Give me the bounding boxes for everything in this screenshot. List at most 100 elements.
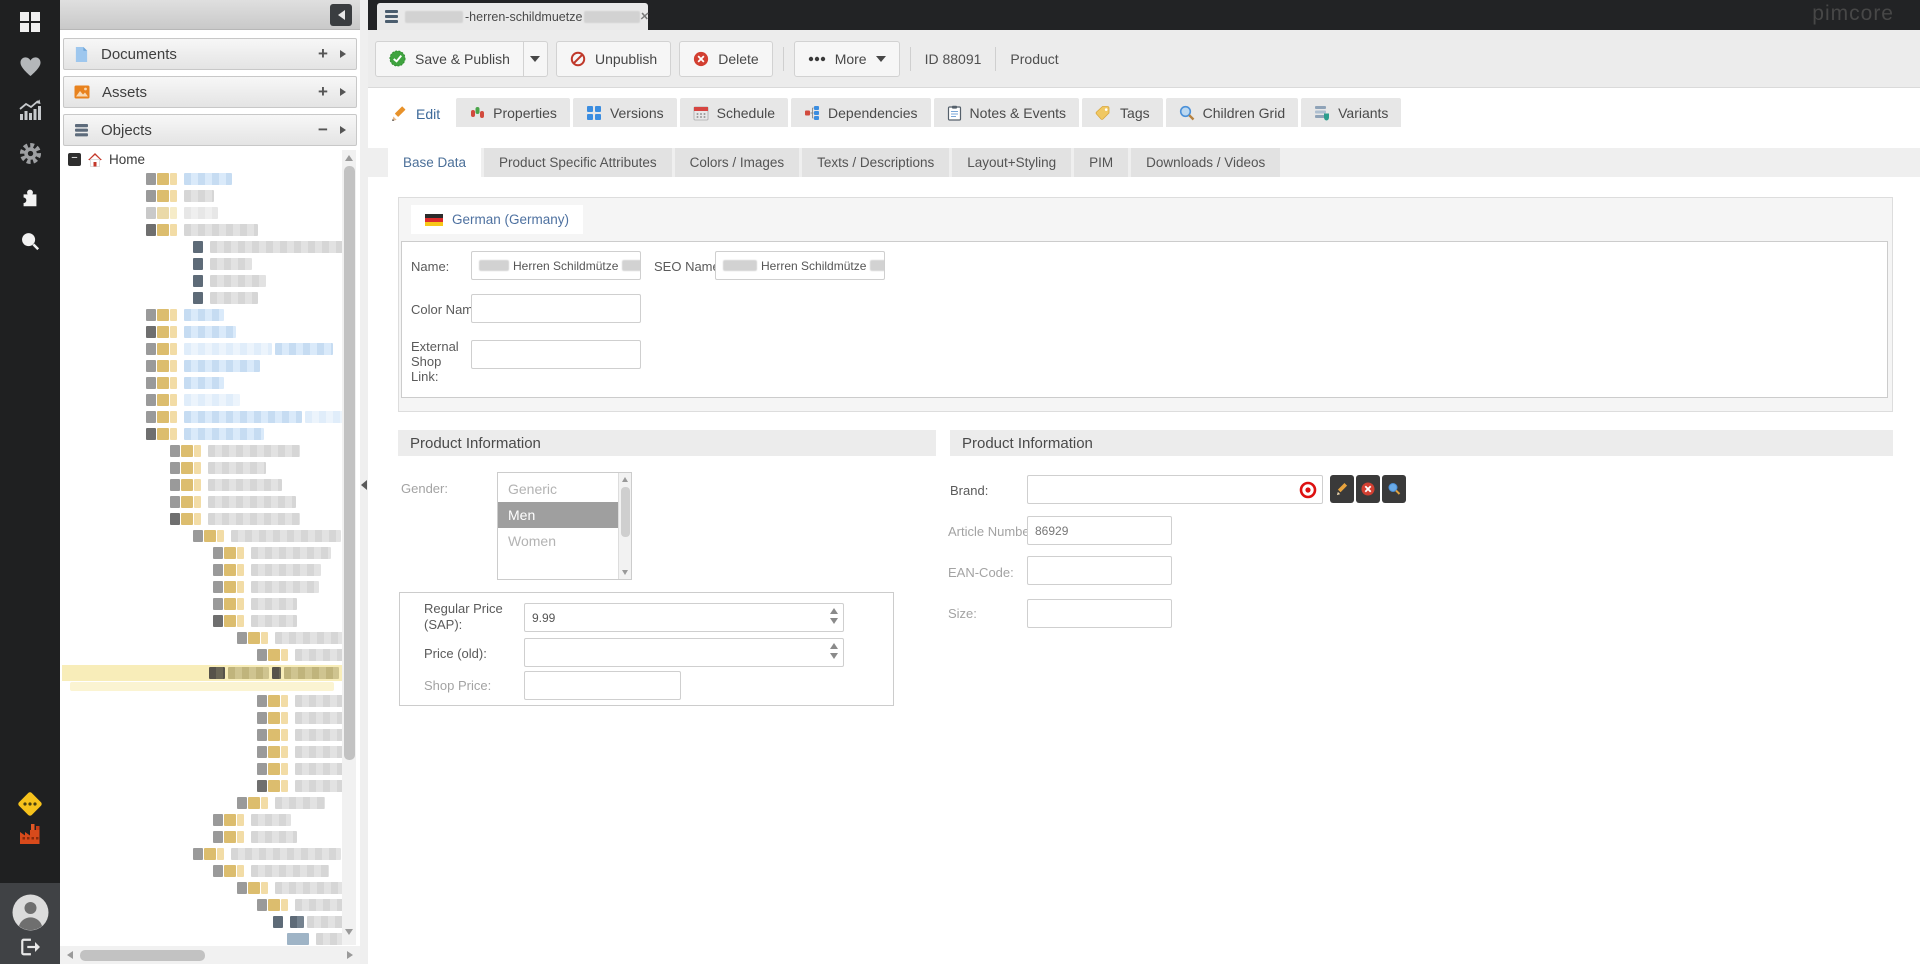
tree-row[interactable] (213, 830, 300, 844)
tree-row[interactable] (287, 932, 342, 945)
tree-row[interactable] (62, 665, 342, 681)
price-spinner[interactable] (830, 643, 838, 659)
tree-row[interactable] (146, 206, 221, 220)
tree-row[interactable] (257, 694, 342, 708)
tree-row[interactable] (213, 546, 334, 560)
tree-row[interactable] (146, 393, 243, 407)
dashboard-icon[interactable] (0, 10, 60, 34)
tree-row[interactable] (146, 325, 239, 339)
brand-search-button[interactable] (1382, 475, 1406, 503)
subtab-product-specific[interactable]: Product Specific Attributes (484, 148, 672, 177)
tab-properties[interactable]: Properties (456, 98, 570, 127)
tree-row[interactable] (146, 410, 342, 424)
save-publish-button[interactable]: Save & Publish (375, 41, 524, 77)
scroll-thumb[interactable] (621, 487, 630, 537)
tab-close-icon[interactable]: ✕ (640, 10, 651, 23)
user-avatar[interactable] (0, 894, 60, 931)
delete-button[interactable]: Delete (679, 41, 772, 77)
tab-notes-events[interactable]: Notes & Events (934, 98, 1080, 127)
tree-row[interactable] (170, 461, 269, 475)
tree-row[interactable] (193, 847, 342, 861)
article-number-input[interactable]: 86929 (1027, 516, 1172, 545)
seo-name-input[interactable]: Herren Schildmütze (715, 251, 885, 280)
accordion-objects[interactable]: Objects − (63, 114, 357, 146)
name-input[interactable]: Herren Schildmütze (471, 251, 641, 280)
scroll-up-icon[interactable] (345, 155, 353, 161)
tree-row[interactable] (237, 631, 342, 645)
color-name-input[interactable] (471, 294, 641, 323)
tree-row[interactable] (146, 172, 235, 186)
tree-vertical-scrollbar[interactable] (342, 150, 356, 945)
accordion-assets[interactable]: Assets + (63, 76, 357, 108)
save-options-dropdown[interactable] (524, 41, 548, 77)
tree-row[interactable] (213, 813, 294, 827)
tree-row[interactable] (193, 291, 261, 305)
tree-row[interactable] (193, 257, 255, 271)
plugins-puzzle-icon[interactable] (0, 187, 60, 209)
tree-row[interactable] (213, 580, 322, 594)
tree-row[interactable] (273, 915, 342, 929)
assets-expand-icon[interactable] (340, 88, 346, 96)
tree-row[interactable] (146, 308, 227, 322)
marketing-diamond-icon[interactable] (0, 789, 60, 819)
brand-edit-button[interactable] (1330, 475, 1354, 503)
subtab-layout-styling[interactable]: Layout+Styling (952, 148, 1071, 177)
subtab-base-data[interactable]: Base Data (388, 148, 481, 177)
old-price-input[interactable] (524, 638, 844, 667)
regular-price-input[interactable]: 9.99 (524, 603, 844, 632)
gender-option-women[interactable]: Women (498, 528, 631, 554)
multiselect-scrollbar[interactable] (618, 473, 631, 579)
tree-row[interactable] (257, 648, 342, 662)
tree-row[interactable] (193, 274, 269, 288)
shop-price-input[interactable] (524, 671, 681, 700)
tab-children-grid[interactable]: Children Grid (1166, 98, 1298, 127)
tree-row[interactable] (213, 563, 324, 577)
vertical-scroll-thumb[interactable] (344, 166, 355, 760)
tree-row[interactable] (146, 223, 261, 237)
tab-menu-icon[interactable] (385, 10, 398, 23)
objects-expand-icon[interactable] (340, 126, 346, 134)
document-tab[interactable]: -herren-schildmuetze ✕ (377, 3, 648, 30)
tree-row[interactable] (193, 529, 342, 543)
tree-row[interactable] (146, 342, 336, 356)
tree-row[interactable] (237, 796, 328, 810)
tab-edit[interactable]: Edit (378, 98, 453, 129)
scroll-left-icon[interactable] (67, 951, 73, 959)
tab-tags[interactable]: Tags (1082, 98, 1163, 127)
subtab-pim[interactable]: PIM (1074, 148, 1128, 177)
tree-row[interactable] (170, 478, 285, 492)
documents-expand-icon[interactable] (340, 50, 346, 58)
reports-chart-icon[interactable] (0, 99, 60, 121)
tree-row[interactable] (257, 779, 342, 793)
splitter-collapse-handle[interactable] (360, 475, 368, 495)
objects-collapse-icon[interactable]: − (312, 120, 334, 140)
tree-row[interactable] (213, 864, 332, 878)
tree-row[interactable] (170, 512, 303, 526)
tree-row[interactable] (146, 376, 227, 390)
tab-schedule[interactable]: Schedule (680, 98, 788, 127)
factory-icon[interactable] (0, 822, 60, 846)
panel-collapse-button[interactable] (330, 4, 352, 26)
favorites-heart-icon[interactable] (0, 56, 60, 77)
assets-add-icon[interactable]: + (312, 82, 334, 102)
tree-row[interactable] (146, 359, 263, 373)
tree-node-home[interactable]: − Home (68, 150, 145, 168)
scroll-down-icon[interactable] (622, 570, 628, 575)
tree-row[interactable] (257, 745, 342, 759)
brand-input[interactable] (1027, 475, 1323, 504)
tree-row[interactable] (213, 614, 300, 628)
tree-horizontal-scrollbar[interactable] (60, 946, 360, 964)
tree-row[interactable] (146, 427, 267, 441)
panel-splitter[interactable] (360, 0, 368, 964)
tree-row[interactable] (237, 881, 342, 895)
tree-row[interactable] (257, 762, 342, 776)
language-tab-german[interactable]: German (Germany) (411, 205, 583, 234)
scroll-up-icon[interactable] (622, 477, 628, 482)
tree-row[interactable] (146, 189, 217, 203)
collapse-toggle-icon[interactable]: − (68, 153, 81, 166)
unpublish-button[interactable]: Unpublish (556, 41, 671, 77)
scroll-right-icon[interactable] (347, 951, 353, 959)
subtab-texts-descriptions[interactable]: Texts / Descriptions (802, 148, 949, 177)
scroll-down-icon[interactable] (345, 929, 353, 935)
accordion-documents[interactable]: Documents + (63, 38, 357, 70)
